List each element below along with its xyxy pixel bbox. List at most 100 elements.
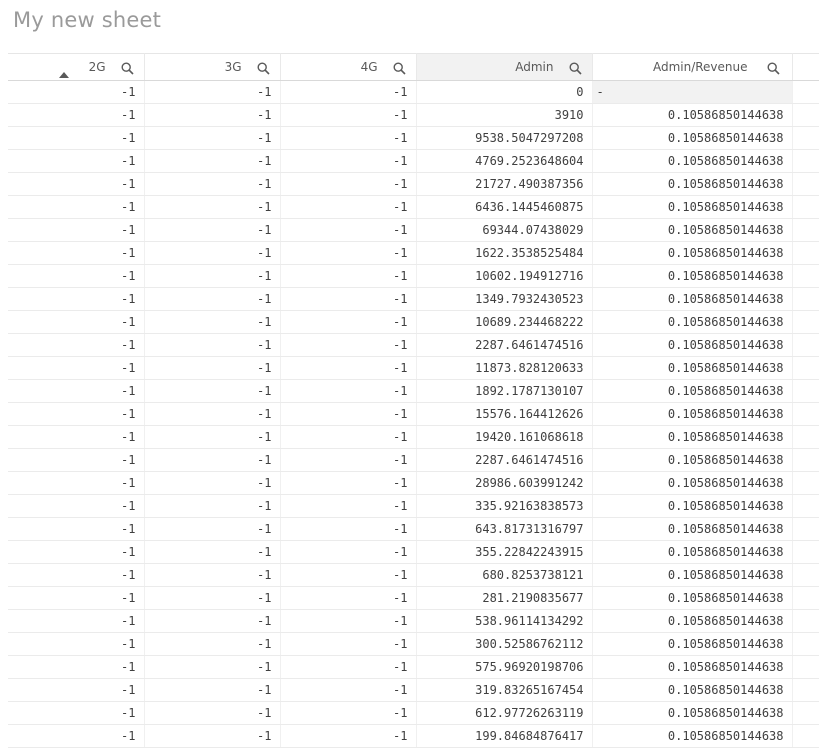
cell-2g[interactable]: -1 xyxy=(8,540,145,564)
cell-2g[interactable]: -1 xyxy=(8,701,145,725)
column-header-admin[interactable]: Admin xyxy=(416,53,593,81)
cell-3g[interactable]: -1 xyxy=(144,540,281,564)
cell-admin-revenue[interactable]: 0.10586850144638 xyxy=(592,494,793,518)
cell-admin-revenue[interactable]: 0.10586850144638 xyxy=(592,540,793,564)
cell-3g[interactable]: -1 xyxy=(144,80,281,104)
column-header-4g[interactable]: 4G xyxy=(280,53,417,81)
cell-admin[interactable]: 1892.1787130107 xyxy=(416,379,593,403)
cell-2g[interactable]: -1 xyxy=(8,586,145,610)
cell-4g[interactable]: -1 xyxy=(280,517,417,541)
cell-admin-revenue[interactable]: 0.10586850144638 xyxy=(592,425,793,449)
cell-4g[interactable]: -1 xyxy=(280,218,417,242)
cell-admin[interactable]: 10602.194912716 xyxy=(416,264,593,288)
cell-3g[interactable]: -1 xyxy=(144,218,281,242)
cell-admin-revenue[interactable]: 0.10586850144638 xyxy=(592,724,793,748)
cell-4g[interactable]: -1 xyxy=(280,264,417,288)
cell-admin-revenue[interactable]: 0.10586850144638 xyxy=(592,586,793,610)
cell-4g[interactable]: -1 xyxy=(280,310,417,334)
cell-3g[interactable]: -1 xyxy=(144,425,281,449)
cell-4g[interactable]: -1 xyxy=(280,241,417,265)
cell-4g[interactable]: -1 xyxy=(280,149,417,173)
cell-3g[interactable]: -1 xyxy=(144,241,281,265)
cell-2g[interactable]: -1 xyxy=(8,264,145,288)
cell-2g[interactable]: -1 xyxy=(8,149,145,173)
cell-3g[interactable]: -1 xyxy=(144,149,281,173)
cell-2g[interactable]: -1 xyxy=(8,517,145,541)
cell-admin-revenue[interactable]: - xyxy=(592,80,793,104)
cell-2g[interactable]: -1 xyxy=(8,126,145,150)
cell-3g[interactable]: -1 xyxy=(144,264,281,288)
cell-admin[interactable]: 680.8253738121 xyxy=(416,563,593,587)
cell-2g[interactable]: -1 xyxy=(8,103,145,127)
column-header-3g[interactable]: 3G xyxy=(144,53,281,81)
cell-admin-revenue[interactable]: 0.10586850144638 xyxy=(592,218,793,242)
cell-2g[interactable]: -1 xyxy=(8,678,145,702)
cell-3g[interactable]: -1 xyxy=(144,632,281,656)
cell-2g[interactable]: -1 xyxy=(8,356,145,380)
cell-admin[interactable]: 1622.3538525484 xyxy=(416,241,593,265)
cell-4g[interactable]: -1 xyxy=(280,287,417,311)
cell-2g[interactable]: -1 xyxy=(8,563,145,587)
cell-admin-revenue[interactable]: 0.10586850144638 xyxy=(592,517,793,541)
cell-admin[interactable]: 19420.161068618 xyxy=(416,425,593,449)
cell-admin-revenue[interactable]: 0.10586850144638 xyxy=(592,448,793,472)
cell-2g[interactable]: -1 xyxy=(8,172,145,196)
search-icon[interactable] xyxy=(120,62,134,75)
cell-3g[interactable]: -1 xyxy=(144,586,281,610)
cell-admin-revenue[interactable]: 0.10586850144638 xyxy=(592,563,793,587)
cell-admin[interactable]: 199.84684876417 xyxy=(416,724,593,748)
cell-4g[interactable]: -1 xyxy=(280,540,417,564)
cell-2g[interactable]: -1 xyxy=(8,655,145,679)
cell-admin-revenue[interactable]: 0.10586850144638 xyxy=(592,402,793,426)
cell-4g[interactable]: -1 xyxy=(280,655,417,679)
cell-4g[interactable]: -1 xyxy=(280,471,417,495)
cell-admin-revenue[interactable]: 0.10586850144638 xyxy=(592,655,793,679)
cell-3g[interactable]: -1 xyxy=(144,172,281,196)
cell-admin[interactable]: 4769.2523648604 xyxy=(416,149,593,173)
cell-admin-revenue[interactable]: 0.10586850144638 xyxy=(592,241,793,265)
cell-3g[interactable]: -1 xyxy=(144,655,281,679)
cell-admin[interactable]: 28986.603991242 xyxy=(416,471,593,495)
cell-admin[interactable]: 575.96920198706 xyxy=(416,655,593,679)
cell-2g[interactable]: -1 xyxy=(8,241,145,265)
column-header-2g[interactable]: 2G xyxy=(8,53,145,81)
cell-4g[interactable]: -1 xyxy=(280,356,417,380)
cell-4g[interactable]: -1 xyxy=(280,172,417,196)
search-icon[interactable] xyxy=(568,62,582,75)
cell-admin[interactable]: 1349.7932430523 xyxy=(416,287,593,311)
cell-3g[interactable]: -1 xyxy=(144,563,281,587)
cell-admin[interactable]: 643.81731316797 xyxy=(416,517,593,541)
cell-admin[interactable]: 9538.5047297208 xyxy=(416,126,593,150)
cell-admin-revenue[interactable]: 0.10586850144638 xyxy=(592,126,793,150)
cell-4g[interactable]: -1 xyxy=(280,195,417,219)
cell-admin-revenue[interactable]: 0.10586850144638 xyxy=(592,701,793,725)
cell-admin[interactable]: 2287.6461474516 xyxy=(416,333,593,357)
cell-admin-revenue[interactable]: 0.10586850144638 xyxy=(592,379,793,403)
cell-3g[interactable]: -1 xyxy=(144,379,281,403)
cell-3g[interactable]: -1 xyxy=(144,517,281,541)
cell-admin[interactable]: 3910 xyxy=(416,103,593,127)
cell-3g[interactable]: -1 xyxy=(144,678,281,702)
cell-admin[interactable]: 612.97726263119 xyxy=(416,701,593,725)
cell-admin-revenue[interactable]: 0.10586850144638 xyxy=(592,632,793,656)
cell-4g[interactable]: -1 xyxy=(280,379,417,403)
cell-admin[interactable]: 69344.07438029 xyxy=(416,218,593,242)
cell-admin-revenue[interactable]: 0.10586850144638 xyxy=(592,287,793,311)
cell-4g[interactable]: -1 xyxy=(280,563,417,587)
cell-admin[interactable]: 335.92163838573 xyxy=(416,494,593,518)
cell-2g[interactable]: -1 xyxy=(8,724,145,748)
cell-admin-revenue[interactable]: 0.10586850144638 xyxy=(592,310,793,334)
cell-4g[interactable]: -1 xyxy=(280,103,417,127)
cell-admin[interactable]: 10689.234468222 xyxy=(416,310,593,334)
cell-3g[interactable]: -1 xyxy=(144,195,281,219)
cell-2g[interactable]: -1 xyxy=(8,448,145,472)
cell-4g[interactable]: -1 xyxy=(280,586,417,610)
cell-3g[interactable]: -1 xyxy=(144,356,281,380)
cell-admin[interactable]: 11873.828120633 xyxy=(416,356,593,380)
cell-3g[interactable]: -1 xyxy=(144,333,281,357)
cell-2g[interactable]: -1 xyxy=(8,471,145,495)
cell-4g[interactable]: -1 xyxy=(280,425,417,449)
cell-admin-revenue[interactable]: 0.10586850144638 xyxy=(592,609,793,633)
cell-2g[interactable]: -1 xyxy=(8,609,145,633)
cell-2g[interactable]: -1 xyxy=(8,425,145,449)
